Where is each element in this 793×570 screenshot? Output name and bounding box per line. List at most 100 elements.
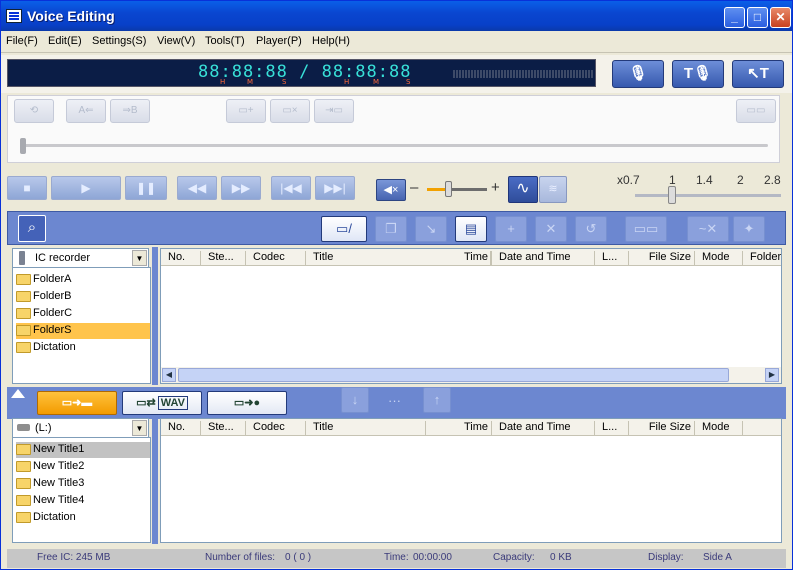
column-header[interactable]: L... <box>595 421 629 435</box>
speed-label: 2 <box>737 173 744 187</box>
fast-forward-button[interactable]: ▶▶ <box>221 176 261 200</box>
folder-item[interactable]: New Title2 <box>16 459 150 475</box>
rewind-button[interactable]: ◀◀ <box>177 176 217 200</box>
waveform-button[interactable]: ≋ <box>539 176 567 203</box>
search-button[interactable]: ⌕ <box>18 215 46 242</box>
voice-to-text-button[interactable]: T🎙 <box>672 60 724 88</box>
collapse-arrow-icon[interactable] <box>11 389 25 398</box>
seek-thumb[interactable] <box>20 138 26 154</box>
noise-cut-button[interactable]: ∿ <box>508 176 538 203</box>
wav-convert-button[interactable]: ▭⇄ WAV <box>122 391 202 415</box>
menu-tools[interactable]: Tools(T) <box>205 35 245 47</box>
menu-file[interactable]: File(F) <box>6 35 38 47</box>
column-header[interactable]: Mode <box>695 251 743 265</box>
loop-button[interactable]: ⟲ <box>14 99 54 123</box>
column-header[interactable]: Time <box>426 251 492 265</box>
column-header[interactable]: Date and Time <box>492 251 595 265</box>
edit-text-button[interactable]: ↖T <box>732 60 784 88</box>
column-header[interactable]: Folder <box>743 251 781 265</box>
undo-button[interactable]: ↺ <box>575 216 607 242</box>
folder-item[interactable]: New Title4 <box>16 493 150 509</box>
column-header[interactable]: Date and Time <box>492 421 595 435</box>
write-to-cd-button[interactable]: ▭➜● <box>207 391 287 415</box>
column-header[interactable]: Codec <box>246 251 306 265</box>
delete-mark-button[interactable]: ▭× <box>270 99 310 123</box>
horizontal-scrollbar[interactable]: ◀ ▶ <box>161 367 781 383</box>
play-button[interactable]: ▶ <box>51 176 121 200</box>
folder-item[interactable]: FolderC <box>16 306 150 322</box>
time-label: Time: <box>384 552 409 563</box>
folder-item[interactable]: New Title3 <box>16 476 150 492</box>
combine-button[interactable]: ▭▭ <box>625 216 667 242</box>
chevron-down-icon[interactable]: ▼ <box>132 420 147 436</box>
column-header[interactable]: Ste... <box>201 251 246 265</box>
column-header[interactable]: File Size <box>629 251 695 265</box>
speed-slider[interactable] <box>635 194 781 197</box>
new-folder-button[interactable]: + <box>495 216 527 242</box>
volume-thumb[interactable] <box>445 181 452 197</box>
voice-icon-button[interactable]: ✦ <box>733 216 765 242</box>
volume-slider[interactable] <box>427 188 487 191</box>
transfer-to-pc-button[interactable]: ▭➜▬ <box>37 391 117 415</box>
column-header[interactable]: No. <box>161 421 201 435</box>
chevron-down-icon[interactable]: ▼ <box>132 250 147 266</box>
status-bar: Free IC: 245 MB Number of files: 0 ( 0 )… <box>7 549 786 568</box>
column-header[interactable]: Time <box>426 421 492 435</box>
scroll-right-icon[interactable]: ▶ <box>765 368 779 382</box>
divide-button[interactable]: ▭▭ <box>736 99 776 123</box>
stop-button[interactable]: ■ <box>7 176 47 200</box>
move-button[interactable]: ↘ <box>415 216 447 242</box>
lower-toolbar: ▭➜▬ ▭⇄ WAV ▭➜● ↓ ··· ↑ <box>7 387 786 419</box>
menu-player[interactable]: Player(P) <box>256 35 302 47</box>
add-mark-button[interactable]: ▭+ <box>226 99 266 123</box>
column-header[interactable]: Codec <box>246 421 306 435</box>
next-button[interactable]: ▶▶| <box>315 176 355 200</box>
close-button[interactable]: ✕ <box>770 7 791 28</box>
column-header[interactable]: No. <box>161 251 201 265</box>
device-select[interactable]: IC recorder ▼ <box>12 248 149 268</box>
scroll-thumb[interactable] <box>178 368 729 382</box>
column-header[interactable]: Title <box>306 421 426 435</box>
menu-settings[interactable]: Settings(S) <box>92 35 146 47</box>
a-point-button[interactable]: A⇐ <box>66 99 106 123</box>
lower-folder-tree: New Title1 New Title2 New Title3 New Tit… <box>12 437 151 543</box>
folder-item[interactable]: FolderA <box>16 272 150 288</box>
folder-item-selected[interactable]: New Title1 <box>16 442 150 458</box>
maximize-button[interactable]: □ <box>747 7 768 28</box>
column-header[interactable]: Mode <box>695 421 743 435</box>
scroll-left-icon[interactable]: ◀ <box>162 368 176 382</box>
minimize-button[interactable]: _ <box>724 7 745 28</box>
folder-item[interactable]: Dictation <box>16 340 150 356</box>
vertical-splitter[interactable] <box>152 247 158 385</box>
seek-bar[interactable] <box>22 144 768 147</box>
column-header[interactable]: Ste... <box>201 421 246 435</box>
move-mark-button[interactable]: ⇥▭ <box>314 99 354 123</box>
export-button[interactable]: ▤ <box>455 216 487 242</box>
vertical-splitter[interactable] <box>152 417 158 544</box>
b-point-button[interactable]: ⇒B <box>110 99 150 123</box>
previous-button[interactable]: |◀◀ <box>271 176 311 200</box>
column-header[interactable]: File Size <box>629 421 695 435</box>
app-icon <box>6 9 22 23</box>
record-button[interactable]: 🎙 <box>612 60 664 88</box>
drive-select[interactable]: (L:) ▼ <box>12 418 149 438</box>
copy-button[interactable]: ❐ <box>375 216 407 242</box>
menu-help[interactable]: Help(H) <box>312 35 350 47</box>
menu-edit[interactable]: Edit(E) <box>48 35 82 47</box>
table-header: No. Ste... Codec Title Time Date and Tim… <box>161 249 781 266</box>
speed-thumb[interactable] <box>668 186 676 204</box>
edit-info-button[interactable]: ▭/ <box>321 216 367 242</box>
move-up-button[interactable]: ↑ <box>423 387 451 413</box>
move-down-button[interactable]: ↓ <box>341 387 369 413</box>
delete-button[interactable]: ✕ <box>535 216 567 242</box>
mute-button[interactable]: ◀× <box>376 179 406 201</box>
folder-item[interactable]: Dictation <box>16 510 150 526</box>
menu-view[interactable]: View(V) <box>157 35 195 47</box>
column-header[interactable]: L... <box>595 251 629 265</box>
title-bar[interactable]: Voice Editing _ □ ✕ <box>1 1 792 31</box>
waveform-edit-button[interactable]: ~✕ <box>687 216 729 242</box>
folder-item[interactable]: FolderB <box>16 289 150 305</box>
folder-icon <box>16 308 31 319</box>
pause-button[interactable]: ❚❚ <box>125 176 167 200</box>
folder-item-selected[interactable]: FolderS <box>16 323 150 339</box>
